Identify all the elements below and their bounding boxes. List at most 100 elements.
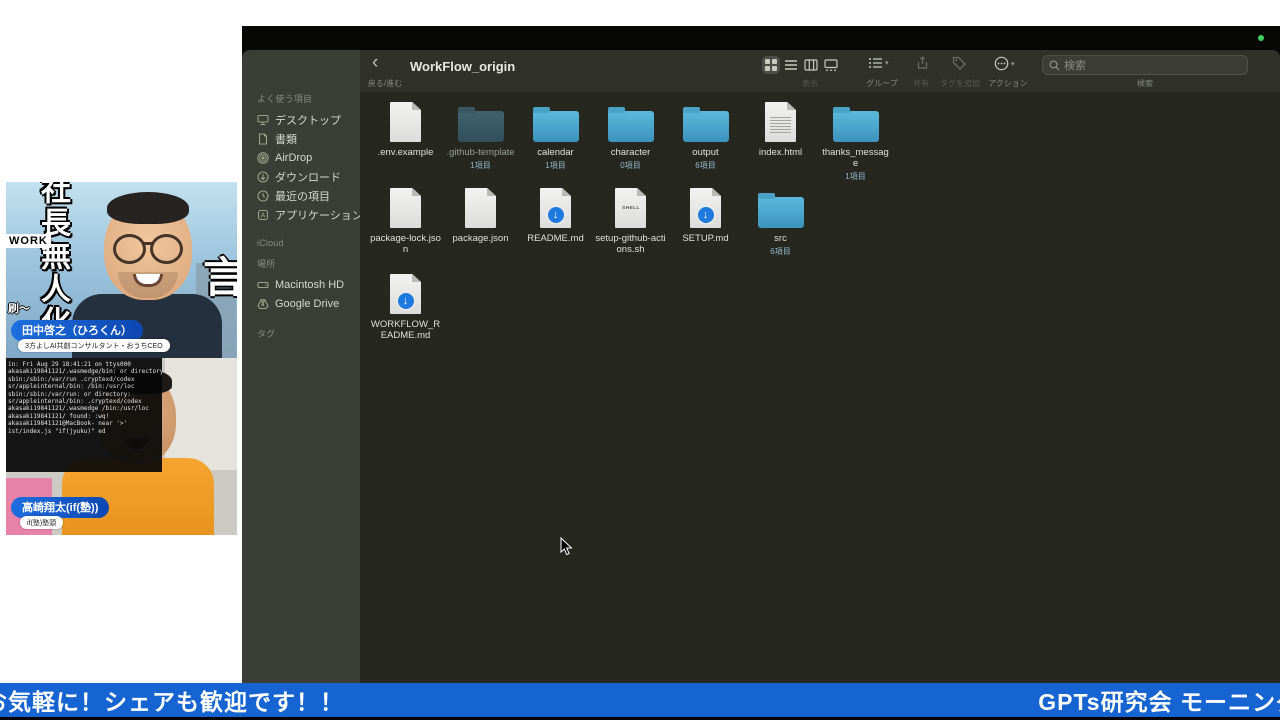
file-name: thanks_message	[820, 147, 891, 169]
speaker-2-title-badge: if(塾)塾頭	[20, 516, 63, 529]
search-input[interactable]: 検索	[1042, 55, 1248, 75]
download-icon	[257, 171, 269, 183]
speaker-1-title-badge: 3方よしAI共創コンサルタント・おうちCEO	[18, 339, 170, 352]
search-placeholder: 検索	[1064, 57, 1086, 73]
speaker-1-name-badge: 田中啓之（ひろくん）	[11, 320, 143, 341]
person-1-face	[104, 198, 192, 300]
file-row: package-lock.json package.json ↓ README.…	[368, 186, 1280, 272]
sidebar-item-applications[interactable]: A アプリケーション	[242, 205, 360, 224]
folder-icon	[833, 111, 879, 142]
window-title: WorkFlow_origin	[410, 59, 515, 74]
action-label: アクション	[978, 78, 1038, 89]
file-item-package-lock-json[interactable]: package-lock.json	[368, 186, 443, 266]
tag-button[interactable]	[952, 56, 966, 70]
action-button[interactable]: ▾	[994, 56, 1015, 71]
sidebar-header-favorites: よく使う項目	[257, 92, 360, 105]
sidebar-item-desktop[interactable]: デスクトップ	[242, 110, 360, 129]
share-button[interactable]	[916, 56, 929, 70]
file-name: README.md	[527, 233, 583, 244]
document-icon	[390, 188, 421, 228]
sidebar-item-macintosh-hd[interactable]: Macintosh HD	[242, 275, 360, 294]
folder-icon	[608, 111, 654, 142]
markdown-document-icon: ↓	[540, 188, 571, 228]
terminal-line: sbin:/sbin:/var/run: or directory:	[8, 391, 160, 398]
search-icon	[1049, 60, 1060, 71]
markdown-document-icon: ↓	[690, 188, 721, 228]
shell-icon-label: SHELL	[622, 206, 640, 211]
sidebar-item-label: ダウンロード	[275, 169, 341, 185]
file-name: SETUP.md	[682, 233, 728, 244]
file-item-output[interactable]: output 6項目	[668, 100, 743, 171]
thumbnail-right-text: 言	[203, 244, 237, 305]
file-item-calendar[interactable]: calendar 1項目	[518, 100, 593, 171]
file-row: .env.example .github-template 1項目 calend…	[368, 100, 1280, 186]
column-view-button[interactable]	[802, 56, 820, 74]
file-name: calendar	[537, 147, 573, 158]
glasses-icon	[111, 234, 185, 260]
chevron-down-icon: ▾	[1011, 60, 1015, 68]
terminal-line: akasaki19841121/.wasmedge/bin: or direct…	[8, 368, 160, 375]
grid-view-icon	[764, 58, 778, 72]
sidebar-item-downloads[interactable]: ダウンロード	[242, 167, 360, 186]
terminal-line: in: Fri Aug 29 18:41:21 on ttys000	[8, 361, 160, 368]
folder-icon	[458, 111, 504, 142]
file-item-env-example[interactable]: .env.example	[368, 100, 443, 169]
list-view-button[interactable]	[782, 56, 800, 74]
document-icon	[390, 102, 421, 142]
item-count: 1項目	[545, 160, 565, 171]
desktop-icon	[257, 114, 269, 126]
file-item-package-json[interactable]: package.json	[443, 186, 518, 255]
file-name: index.html	[759, 147, 802, 158]
airdrop-icon	[257, 152, 269, 164]
ellipsis-circle-icon	[994, 56, 1009, 71]
item-count: 6項目	[695, 160, 715, 171]
back-button[interactable]: ‹	[372, 54, 378, 72]
file-item-src[interactable]: src 6項目	[743, 186, 818, 257]
terminal-line: ist/index.js "if(jyuku)" ed	[8, 428, 160, 435]
markdown-arrow-icon: ↓	[698, 207, 714, 223]
view-label: 表示	[762, 78, 858, 89]
terminal-line: sr/appleinternal/bin: .cryptexd/codex	[8, 398, 160, 405]
folder-icon	[758, 197, 804, 228]
screen-share: よく使う項目 デスクトップ 書類 AirDrop ダウンロード	[242, 26, 1280, 683]
webcam-feed-1: 社長無人化 言 WORK 刷〜 田中啓之（ひろくん） 3方よしAI共創コンサルタ…	[6, 182, 237, 358]
file-item-index-html[interactable]: index.html	[743, 100, 818, 169]
terminal-line: sbin:/sbin:/var/run .cryptexd/codex	[8, 376, 160, 383]
banner-right-text: GPTs研究会 モーニング	[1038, 683, 1280, 717]
file-item-github-template[interactable]: .github-template 1項目	[443, 100, 518, 171]
speaker-2-name-badge: 高崎翔太(if(塾))	[11, 497, 109, 518]
sidebar-item-google-drive[interactable]: Google Drive	[242, 294, 360, 313]
finder-sidebar: よく使う項目 デスクトップ 書類 AirDrop ダウンロード	[242, 50, 360, 683]
google-drive-icon	[257, 298, 269, 310]
clock-icon	[257, 190, 269, 202]
terminal-line: akasaki19841121/.wasmedge /bin:/usr/loc	[8, 405, 160, 412]
folder-icon	[683, 111, 729, 142]
file-item-readme-md[interactable]: ↓ README.md	[518, 186, 593, 255]
item-count: 1項目	[845, 171, 865, 182]
file-item-setup-github-actions-sh[interactable]: SHELL setup-github-actions.sh	[593, 186, 668, 266]
banner-left-text: お気軽に！シェアも歓迎です！！	[0, 683, 344, 717]
file-name: output	[692, 147, 718, 158]
sidebar-item-recents[interactable]: 最近の項目	[242, 186, 360, 205]
file-item-character[interactable]: character 0項目	[593, 100, 668, 171]
gallery-view-button[interactable]	[822, 56, 840, 74]
file-item-workflow-readme-md[interactable]: ↓ WORKFLOW_README.md	[368, 272, 443, 352]
sidebar-item-label: Google Drive	[275, 298, 339, 310]
group-icon	[868, 56, 883, 70]
file-row: ↓ WORKFLOW_README.md	[368, 272, 1280, 358]
html-document-icon	[765, 102, 796, 142]
icon-view-button[interactable]	[762, 56, 780, 74]
documents-icon	[257, 133, 269, 145]
smile-graphic	[133, 274, 163, 287]
sidebar-item-documents[interactable]: 書類	[242, 129, 360, 148]
view-switcher	[762, 56, 840, 74]
document-icon	[465, 188, 496, 228]
column-view-icon	[804, 58, 818, 72]
file-item-thanks-message[interactable]: thanks_message 1項目	[818, 100, 893, 182]
item-count: 1項目	[470, 160, 490, 171]
file-item-setup-md[interactable]: ↓ SETUP.md	[668, 186, 743, 255]
file-name: WORKFLOW_README.md	[370, 319, 441, 341]
group-button[interactable]: ▾	[868, 56, 889, 70]
terminal-line: sr/appleinternal/bin: /bin:/usr/loc	[8, 383, 160, 390]
sidebar-item-airdrop[interactable]: AirDrop	[242, 148, 360, 167]
